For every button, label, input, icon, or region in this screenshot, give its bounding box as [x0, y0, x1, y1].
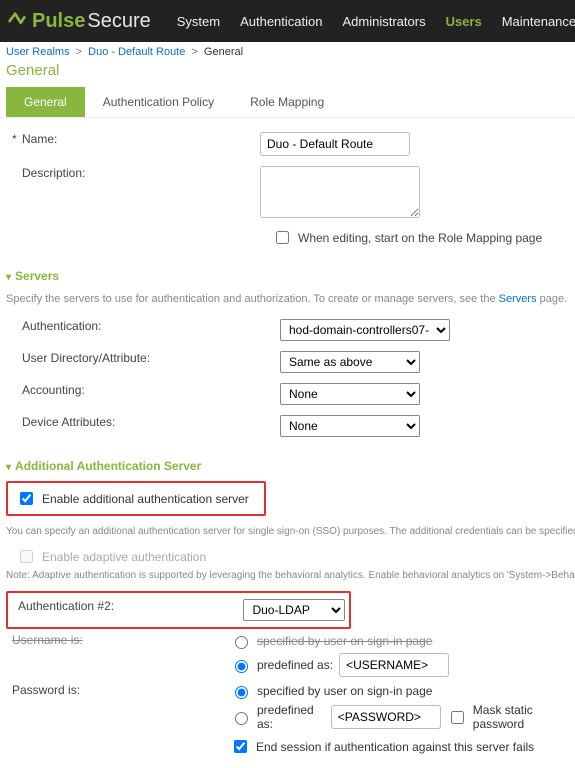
role-mapping-start-checkbox[interactable] — [276, 231, 289, 244]
tab-general[interactable]: General — [6, 87, 85, 117]
label-enable-additional-auth: Enable additional authentication server — [42, 492, 249, 506]
page-title: General — [0, 60, 575, 87]
label-user-directory: User Directory/Attribute: — [10, 351, 280, 365]
auth2-select[interactable]: Duo-LDAP — [243, 599, 345, 621]
label-password-is: Password is: — [6, 683, 230, 697]
nav-authentication[interactable]: Authentication — [230, 14, 332, 29]
label-accounting: Accounting: — [10, 383, 280, 397]
device-attributes-select[interactable]: None — [280, 415, 420, 437]
label-description: Description: — [10, 166, 260, 180]
crumb-sep: > — [191, 46, 197, 58]
tab-role-mapping[interactable]: Role Mapping — [232, 87, 342, 117]
password-predefined-radio[interactable] — [235, 712, 248, 725]
nav-administrators[interactable]: Administrators — [332, 14, 435, 29]
breadcrumb: User Realms > Duo - Default Route > Gene… — [0, 42, 575, 60]
adaptive-note: Note: Adaptive authentication is support… — [0, 568, 575, 591]
username-specified-radio[interactable] — [235, 636, 248, 649]
end-session-checkbox[interactable] — [234, 740, 247, 753]
enable-additional-auth-checkbox[interactable] — [20, 492, 33, 505]
password-predefined-input[interactable] — [331, 705, 441, 729]
servers-link[interactable]: Servers — [499, 293, 537, 305]
label-role-mapping-start: When editing, start on the Role Mapping … — [298, 231, 542, 245]
section-additional-auth[interactable]: Additional Authentication Server — [0, 455, 575, 477]
brand-logo: PulseSecure — [6, 10, 151, 33]
label-username-is: Username is: — [6, 633, 230, 647]
highlight-enable-additional: Enable additional authentication server — [6, 481, 266, 516]
label-password-predefined: predefined as: — [257, 703, 325, 731]
label-auth2: Authentication #2: — [12, 599, 243, 613]
label-password-specified: specified by user on sign-in page — [257, 684, 432, 698]
tab-auth-policy[interactable]: Authentication Policy — [85, 87, 232, 117]
accounting-select[interactable]: None — [280, 383, 420, 405]
additional-auth-help: You can specify an additional authentica… — [0, 524, 575, 547]
brand-text: PulseSecure — [32, 10, 151, 33]
label-authentication: Authentication: — [10, 319, 280, 333]
crumb-user-realms[interactable]: User Realms — [6, 46, 70, 58]
name-input[interactable] — [260, 132, 410, 156]
pulse-icon — [6, 10, 28, 32]
nav-users[interactable]: Users — [436, 14, 492, 29]
crumb-realm[interactable]: Duo - Default Route — [88, 46, 185, 58]
username-predefined-input[interactable] — [339, 653, 449, 677]
nav-system[interactable]: System — [167, 14, 230, 29]
label-device-attributes: Device Attributes: — [10, 415, 280, 429]
label-end-session: End session if authentication against th… — [256, 740, 534, 754]
label-username-predefined: predefined as: — [257, 658, 333, 672]
password-specified-radio[interactable] — [235, 686, 248, 699]
tab-bar: General Authentication Policy Role Mappi… — [0, 87, 575, 118]
crumb-sep: > — [76, 46, 82, 58]
label-name: Name: — [10, 132, 260, 146]
enable-adaptive-auth-checkbox — [20, 550, 33, 563]
authentication-select[interactable]: hod-domain-controllers07-08 — [280, 319, 450, 341]
username-predefined-radio[interactable] — [235, 660, 248, 673]
top-nav: PulseSecure System Authentication Admini… — [0, 0, 575, 42]
description-textarea[interactable] — [260, 166, 420, 218]
label-username-specified: specified by user on sign-in page — [257, 634, 432, 648]
nav-maintenance[interactable]: Maintenance — [492, 14, 575, 29]
label-enable-adaptive: Enable adaptive authentication — [42, 550, 206, 564]
highlight-auth2: Authentication #2: Duo-LDAP — [6, 591, 351, 629]
servers-help: Specify the servers to use for authentic… — [0, 287, 575, 319]
mask-static-checkbox[interactable] — [451, 711, 464, 724]
crumb-current: General — [204, 46, 243, 58]
section-servers[interactable]: Servers — [0, 265, 575, 287]
label-mask-static: Mask static password — [473, 703, 575, 731]
user-directory-select[interactable]: Same as above — [280, 351, 420, 373]
